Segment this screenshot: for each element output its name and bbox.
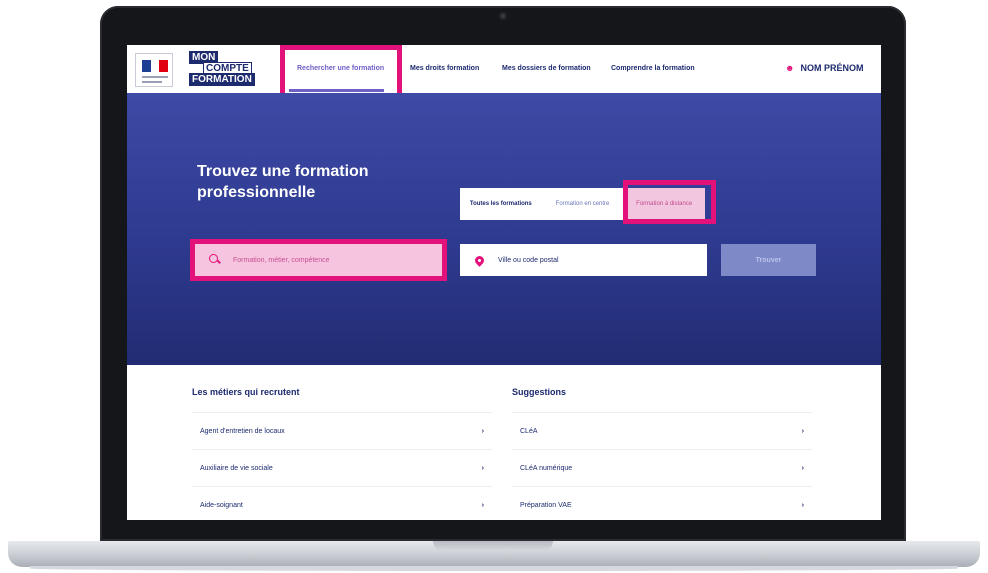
user-icon: ☻ xyxy=(785,63,795,73)
page-title: Trouvez une formation professionnelle xyxy=(197,163,369,201)
chevron-right-icon: › xyxy=(801,501,804,509)
location-pin-icon xyxy=(473,253,486,267)
search-placeholder: Formation, métier, compétence xyxy=(233,256,330,264)
list-item-label: Auxiliaire de vie sociale xyxy=(200,464,273,472)
chevron-right-icon: › xyxy=(481,464,484,472)
jobs-list-title: Les métiers qui recrutent xyxy=(192,387,300,397)
suggestions-list-title: Suggestions xyxy=(512,387,567,397)
list-item[interactable]: Agent d'entretien de locaux › xyxy=(192,412,492,449)
list-item-label: Préparation VAE xyxy=(520,501,572,509)
chevron-right-icon: › xyxy=(481,501,484,509)
mon-compte-formation-logo[interactable]: MON COMPTE FORMATION xyxy=(189,51,265,87)
hero-banner xyxy=(127,93,881,365)
tab-formation-en-centre[interactable]: Formation en centre xyxy=(542,188,624,220)
city-placeholder: Ville ou code postal xyxy=(498,256,559,264)
nav-link-rechercher[interactable]: Rechercher une formation xyxy=(297,65,384,72)
chevron-right-icon: › xyxy=(801,464,804,472)
tab-formation-a-distance[interactable]: Formation à distance xyxy=(623,188,706,220)
list-item[interactable]: Aide-soignant › xyxy=(192,486,492,520)
city-input[interactable]: Ville ou code postal xyxy=(460,244,707,276)
flag-icon xyxy=(142,60,169,72)
screen: MON COMPTE FORMATION Rechercher une form… xyxy=(127,45,881,520)
user-name: NOM PRÉNOM xyxy=(800,63,864,73)
user-menu[interactable]: ☻ NOM PRÉNOM xyxy=(785,63,863,73)
list-item[interactable]: Préparation VAE › xyxy=(512,486,812,520)
active-tab-indicator xyxy=(289,89,384,92)
tab-toutes-les-formations[interactable]: Toutes les formations xyxy=(460,188,542,220)
jobs-list: Agent d'entretien de locaux › Auxiliaire… xyxy=(192,412,492,520)
list-item[interactable]: Auxiliaire de vie sociale › xyxy=(192,449,492,486)
republique-francaise-logo xyxy=(135,53,173,87)
find-button[interactable]: Trouver xyxy=(721,244,816,276)
nav-link-comprendre[interactable]: Comprendre la formation xyxy=(611,65,695,72)
chevron-right-icon: › xyxy=(801,427,804,435)
list-item-label: Agent d'entretien de locaux xyxy=(200,427,285,435)
search-icon xyxy=(209,254,221,266)
list-item-label: CLéA numérique xyxy=(520,464,573,472)
laptop-shadow xyxy=(30,566,958,571)
formation-mode-tabs: Toutes les formations Formation en centr… xyxy=(460,188,706,220)
nav-link-dossiers[interactable]: Mes dossiers de formation xyxy=(502,65,591,72)
top-nav: MON COMPTE FORMATION Rechercher une form… xyxy=(127,45,881,99)
suggestions-list: CLéA › CLéA numérique › Préparation VAE … xyxy=(512,412,812,520)
list-item-label: CLéA xyxy=(520,427,538,435)
list-item-label: Aide-soignant xyxy=(200,501,243,509)
formation-search-input[interactable]: Formation, métier, compétence xyxy=(195,244,442,276)
nav-link-droits[interactable]: Mes droits formation xyxy=(410,65,479,72)
list-item[interactable]: CLéA › xyxy=(512,412,812,449)
list-item[interactable]: CLéA numérique › xyxy=(512,449,812,486)
logo-line-3: FORMATION xyxy=(189,73,255,86)
camera-icon xyxy=(499,12,507,20)
laptop-notch xyxy=(433,541,553,551)
chevron-right-icon: › xyxy=(481,427,484,435)
